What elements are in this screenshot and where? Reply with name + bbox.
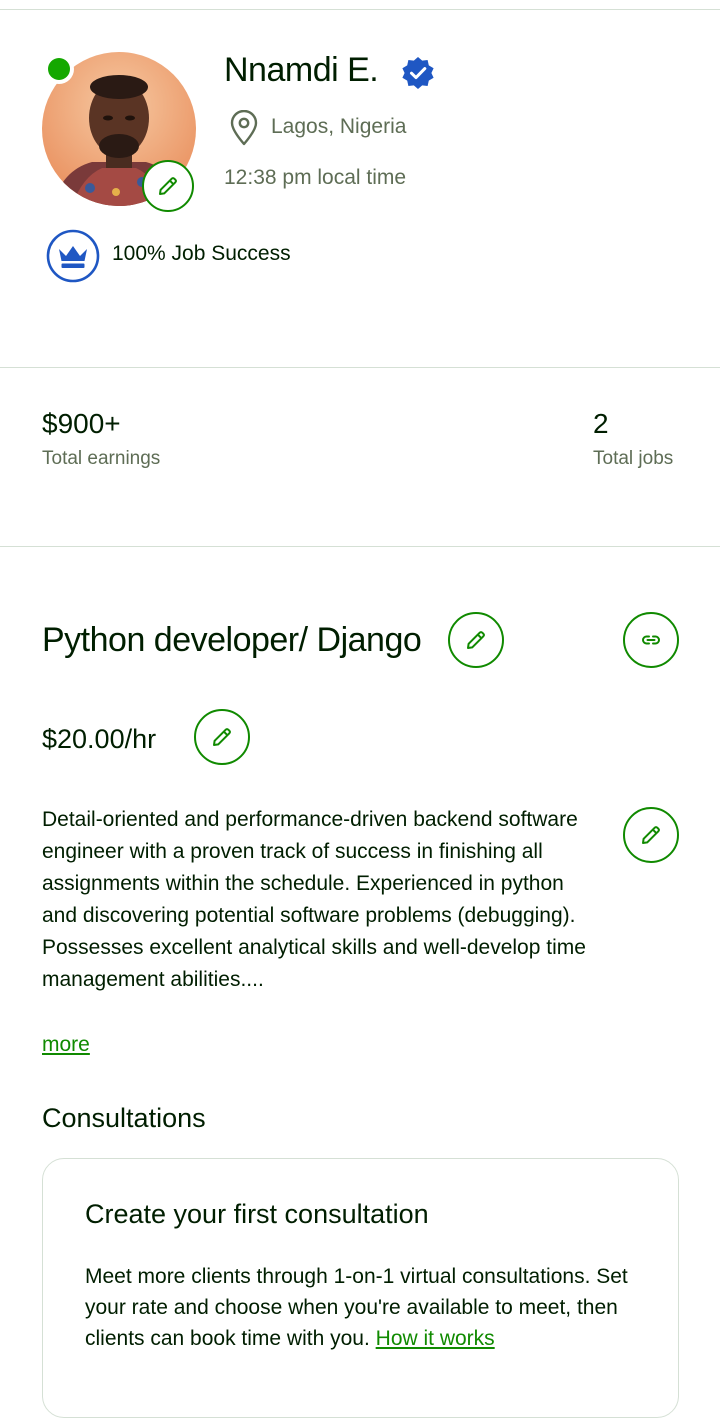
copy-profile-link-button[interactable] (623, 612, 679, 668)
overview-more-link[interactable]: more (42, 1029, 90, 1061)
consultation-card-body: Meet more clients through 1-on-1 virtual… (85, 1261, 635, 1354)
online-status-indicator (44, 54, 74, 84)
link-icon (642, 635, 660, 645)
total-jobs-label: Total jobs (593, 448, 674, 469)
verified-badge-icon (402, 57, 434, 89)
top-divider (0, 9, 720, 10)
section-divider (0, 367, 720, 368)
pencil-icon (467, 631, 485, 649)
total-jobs-value: 2 (593, 408, 609, 439)
consultations-heading: Consultations (42, 1103, 206, 1133)
how-it-works-link[interactable]: How it works (376, 1327, 495, 1350)
profile-local-time: 12:38 pm local time (224, 166, 407, 189)
consultation-card-title: Create your first consultation (85, 1199, 429, 1229)
profile-location: Lagos, Nigeria (271, 115, 407, 138)
total-earnings-value: $900+ (42, 408, 121, 439)
pencil-icon (213, 728, 231, 746)
consultation-card: Create your first consultation Meet more… (42, 1158, 679, 1418)
edit-overview-button[interactable] (623, 807, 679, 863)
total-earnings-label: Total earnings (42, 448, 161, 469)
profile-title: Python developer/ Django (42, 621, 422, 659)
edit-photo-button[interactable] (142, 160, 194, 212)
crown-icon (46, 229, 100, 283)
edit-rate-button[interactable] (194, 709, 250, 765)
consultation-card-text: Meet more clients through 1-on-1 virtual… (85, 1265, 628, 1350)
map-pin-icon (230, 110, 258, 146)
pencil-icon (159, 177, 177, 195)
edit-title-button[interactable] (448, 612, 504, 668)
pencil-icon (642, 826, 660, 844)
hourly-rate: $20.00/hr (42, 724, 157, 754)
profile-name: Nnamdi E. (224, 51, 379, 89)
job-success-score: 100% Job Success (112, 242, 291, 265)
section-divider (0, 546, 720, 547)
profile-overview: Detail-oriented and performance-driven b… (42, 808, 586, 991)
